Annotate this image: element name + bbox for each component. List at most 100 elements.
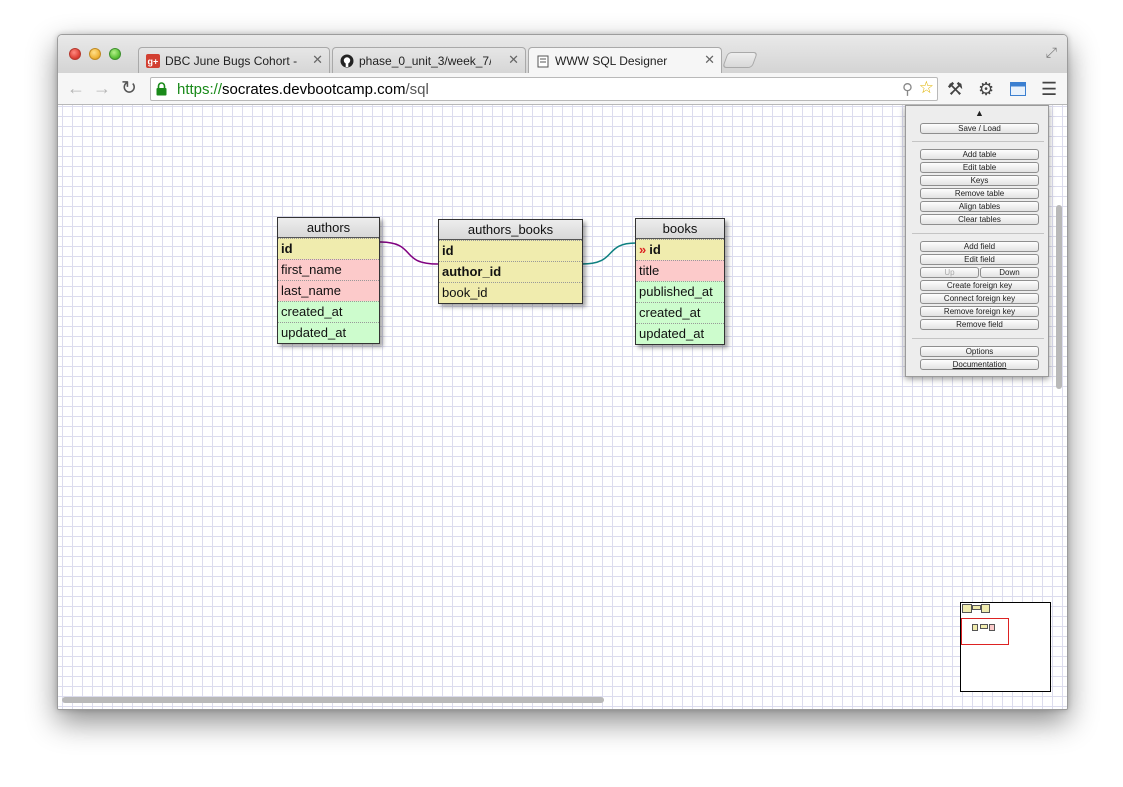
move-field-down-button[interactable]: Down bbox=[980, 267, 1039, 278]
zoom-search-icon[interactable]: ⚲ bbox=[902, 80, 913, 98]
remove-field-button[interactable]: Remove field bbox=[920, 319, 1039, 330]
field-name: title bbox=[639, 263, 660, 278]
fullscreen-icon[interactable]: ⤢ bbox=[1046, 44, 1057, 61]
field-row[interactable]: id bbox=[439, 240, 582, 261]
field-row[interactable]: id bbox=[278, 238, 379, 259]
field-row[interactable]: updated_at bbox=[636, 323, 724, 344]
lock-icon bbox=[156, 82, 167, 96]
google-plus-icon: g+ bbox=[146, 54, 160, 68]
vertical-scrollbar[interactable] bbox=[1056, 205, 1062, 389]
minimize-window-button[interactable] bbox=[89, 48, 101, 60]
field-row[interactable]: book_id bbox=[439, 282, 582, 303]
sql-designer-icon bbox=[537, 55, 549, 68]
field-name: id bbox=[442, 243, 454, 258]
options-button[interactable]: Options bbox=[920, 346, 1039, 357]
add-table-button[interactable]: Add table bbox=[920, 149, 1039, 160]
browser-toolbar: ← → ↻ https://socrates.devbootcamp.com/s… bbox=[58, 73, 1067, 105]
tab-github[interactable]: phase_0_unit_3/week_7/2 ✕ bbox=[332, 47, 526, 73]
panel-divider bbox=[912, 233, 1044, 234]
field-row[interactable]: created_at bbox=[636, 302, 724, 323]
table-title: books bbox=[636, 219, 724, 239]
relation-authors_books-books bbox=[581, 242, 637, 265]
save-load-button[interactable]: Save / Load bbox=[920, 123, 1039, 134]
bookmark-star-icon[interactable]: ☆ bbox=[919, 78, 934, 98]
tab-close-icon[interactable]: ✕ bbox=[704, 52, 715, 68]
wrench-icon[interactable]: ⚒ bbox=[947, 79, 963, 100]
maximize-window-button[interactable] bbox=[109, 48, 121, 60]
minimap-table bbox=[981, 604, 990, 613]
browser-window: g+ DBC June Bugs Cohort - Co ✕ phase_0_u… bbox=[57, 34, 1068, 710]
field-name: first_name bbox=[281, 262, 342, 277]
panel-divider bbox=[912, 338, 1044, 339]
field-row[interactable]: first_name bbox=[278, 259, 379, 280]
tab-close-icon[interactable]: ✕ bbox=[508, 52, 519, 68]
clear-tables-button[interactable]: Clear tables bbox=[920, 214, 1039, 225]
move-field-up-button[interactable]: Up bbox=[920, 267, 979, 278]
sql-designer-canvas[interactable]: authors id first_name last_name created_… bbox=[58, 105, 1067, 709]
tab-close-icon[interactable]: ✕ bbox=[312, 52, 323, 68]
table-authors[interactable]: authors id first_name last_name created_… bbox=[277, 217, 380, 344]
table-books[interactable]: books » id title published_at created_at … bbox=[635, 218, 725, 345]
field-name: book_id bbox=[442, 285, 488, 300]
tab-sql-designer[interactable]: WWW SQL Designer ✕ bbox=[528, 47, 722, 74]
table-authors-books[interactable]: authors_books id author_id book_id bbox=[438, 219, 583, 304]
designer-control-panel: ▲ Save / Load Add table Edit table Keys … bbox=[905, 105, 1049, 377]
url-host: socrates.devbootcamp.com bbox=[222, 81, 406, 98]
menu-icon[interactable]: ☰ bbox=[1041, 79, 1057, 100]
field-name: id bbox=[281, 241, 293, 256]
address-bar[interactable]: https://socrates.devbootcamp.com/sql ⚲ ☆ bbox=[150, 77, 938, 101]
field-row[interactable]: created_at bbox=[278, 301, 379, 322]
keys-button[interactable]: Keys bbox=[920, 175, 1039, 186]
relation-authors-author_id bbox=[378, 241, 439, 265]
field-name: updated_at bbox=[281, 325, 347, 340]
horizontal-scrollbar[interactable] bbox=[62, 697, 604, 703]
create-foreign-key-button[interactable]: Create foreign key bbox=[920, 280, 1039, 291]
field-row[interactable]: author_id bbox=[439, 261, 582, 282]
forward-arrow-icon[interactable]: → bbox=[93, 78, 111, 99]
tab-dbc-cohort[interactable]: g+ DBC June Bugs Cohort - Co ✕ bbox=[138, 47, 330, 73]
edit-table-button[interactable]: Edit table bbox=[920, 162, 1039, 173]
tab-title: WWW SQL Designer bbox=[555, 54, 668, 68]
edit-field-button[interactable]: Edit field bbox=[920, 254, 1039, 265]
field-name: author_id bbox=[442, 264, 502, 279]
field-row[interactable]: published_at bbox=[636, 281, 724, 302]
github-icon bbox=[340, 54, 354, 68]
title-bar: g+ DBC June Bugs Cohort - Co ✕ phase_0_u… bbox=[58, 35, 1067, 74]
url-scheme: https:// bbox=[177, 81, 223, 98]
reload-icon[interactable]: ↻ bbox=[121, 77, 137, 100]
new-tab-button[interactable] bbox=[722, 52, 758, 68]
back-arrow-icon[interactable]: ← bbox=[67, 78, 85, 99]
field-row[interactable]: title bbox=[636, 260, 724, 281]
field-row[interactable]: last_name bbox=[278, 280, 379, 301]
minimap-viewport[interactable] bbox=[961, 618, 1009, 645]
fk-marker-icon: » bbox=[639, 242, 647, 257]
extension-calendar-icon[interactable] bbox=[1010, 81, 1026, 96]
field-name: id bbox=[649, 242, 661, 257]
field-row[interactable]: updated_at bbox=[278, 322, 379, 343]
table-title: authors bbox=[278, 218, 379, 238]
close-window-button[interactable] bbox=[69, 48, 81, 60]
svg-text:g+: g+ bbox=[148, 57, 159, 67]
align-tables-button[interactable]: Align tables bbox=[920, 201, 1039, 212]
add-field-button[interactable]: Add field bbox=[920, 241, 1039, 252]
field-name: published_at bbox=[639, 284, 713, 299]
minimap-table bbox=[972, 605, 981, 610]
field-name: updated_at bbox=[639, 326, 705, 341]
connect-foreign-key-button[interactable]: Connect foreign key bbox=[920, 293, 1039, 304]
remove-table-button[interactable]: Remove table bbox=[920, 188, 1039, 199]
field-name: last_name bbox=[281, 283, 341, 298]
url-path: /sql bbox=[405, 81, 429, 98]
remove-foreign-key-button[interactable]: Remove foreign key bbox=[920, 306, 1039, 317]
minimap[interactable] bbox=[960, 602, 1051, 692]
field-name: created_at bbox=[281, 304, 343, 319]
tab-title: DBC June Bugs Cohort - Co bbox=[165, 54, 297, 68]
field-name: created_at bbox=[639, 305, 701, 320]
url-text: https://socrates.devbootcamp.com/sql bbox=[177, 81, 429, 98]
gear-icon[interactable]: ⚙ bbox=[978, 79, 994, 100]
documentation-link[interactable]: Documentation bbox=[920, 359, 1039, 370]
field-row[interactable]: » id bbox=[636, 239, 724, 260]
table-title: authors_books bbox=[439, 220, 582, 240]
panel-divider bbox=[912, 141, 1044, 142]
collapse-panel-icon[interactable]: ▲ bbox=[975, 108, 984, 118]
tab-title: phase_0_unit_3/week_7/2 bbox=[359, 54, 491, 68]
